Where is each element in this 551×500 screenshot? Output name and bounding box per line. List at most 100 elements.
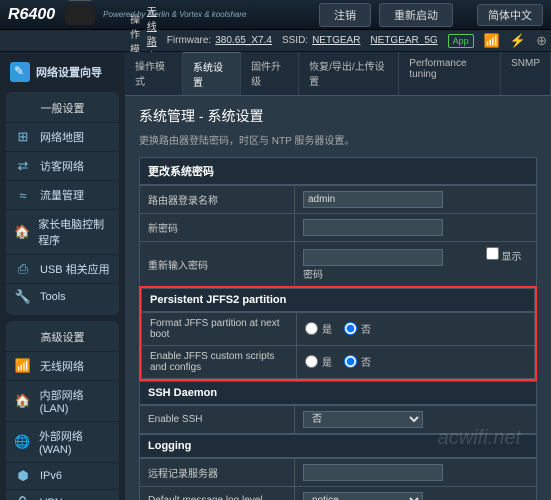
sidebar-item-label: Tools (40, 291, 66, 303)
sidebar-item-label: 外部网络(WAN) (39, 428, 111, 456)
tab[interactable]: 系统设置 (183, 52, 241, 95)
section-table-ssh: Enable SSH 否 (139, 405, 537, 434)
ssid-value-1[interactable]: NETGEAR (312, 35, 360, 46)
sidebar-item-label: 无线网络 (40, 358, 84, 374)
tab-bar: 操作模式系统设置固件升级恢复/导出/上传设置Performance tuning… (125, 52, 551, 96)
row-label: Default message log level (140, 487, 295, 500)
radio-yes-label: 是 (322, 321, 332, 336)
section-table-logging: 远程记录服务器Default message log levelnoticeLo… (139, 458, 537, 500)
row-label: 新密码 (140, 214, 295, 242)
info-bar: 操作模式: 无线路由器 Firmware: 380.65_X7.4 SSID: … (0, 30, 551, 52)
sidebar-item[interactable]: 🔒 VPN (6, 490, 119, 500)
radio-yes[interactable] (305, 322, 318, 335)
tab[interactable]: Performance tuning (399, 52, 501, 95)
sidebar-item[interactable]: 🏠 内部网络(LAN) (6, 381, 119, 422)
row-control (295, 214, 537, 242)
sidebar-item-icon: 🏠 (14, 394, 32, 408)
row-control: 显示密码 (295, 242, 537, 287)
sidebar-item[interactable]: 🏠 家长电脑控制程序 (6, 210, 119, 255)
sidebar-item[interactable]: ⊞ 网络地图 (6, 123, 119, 152)
row-control (295, 459, 537, 487)
sidebar-item-icon: ≈ (14, 188, 32, 202)
ssid-label: SSID: (282, 35, 308, 46)
signal-icon[interactable]: ⚡ (510, 33, 526, 49)
sidebar-item[interactable]: 🌐 外部网络(WAN) (6, 422, 119, 463)
radio-no-label: 否 (361, 354, 371, 369)
sidebar-item-label: 家长电脑控制程序 (38, 216, 111, 248)
tab[interactable]: 固件升级 (241, 52, 299, 95)
header-bar: R6400 Powered by Merlin & Vortex & kools… (0, 0, 551, 30)
sidebar: 网络设置向导 一般设置 ⊞ 网络地图 ⇄ 访客网络 ≈ 流量管理 🏠 家长电脑控… (0, 52, 125, 500)
firmware-label: Firmware: (167, 35, 211, 46)
sidebar-item-label: 网络地图 (40, 129, 84, 145)
sidebar-item-label: 访客网络 (40, 158, 84, 174)
section-head-password: 更改系统密码 (139, 157, 537, 185)
wizard-icon (10, 62, 30, 82)
row-control: 否 (295, 406, 537, 434)
sidebar-item-icon: 🌐 (14, 435, 31, 449)
sidebar-item-icon: ⎙ (14, 262, 32, 276)
ssid-value-2[interactable]: NETGEAR_5G (370, 35, 437, 46)
main-panel: 操作模式系统设置固件升级恢复/导出/上传设置Performance tuning… (125, 52, 551, 500)
firmware-value[interactable]: 380.65_X7.4 (215, 35, 272, 46)
sidebar-item-icon: ⬢ (14, 469, 32, 483)
sidebar-item[interactable]: 📶 无线网络 (6, 352, 119, 381)
sidebar-item[interactable]: 🔧 Tools (6, 284, 119, 310)
app-badge[interactable]: App (448, 34, 474, 48)
row-control: 是否 (297, 313, 535, 346)
radio-yes-label: 是 (322, 354, 332, 369)
sidebar-item[interactable]: ⬢ IPv6 (6, 463, 119, 490)
row-label: 重新输入密码 (140, 242, 295, 287)
section-table-password: 路由器登录名称新密码重新输入密码 显示密码 (139, 185, 537, 287)
sidebar-item-icon: ⇄ (14, 159, 32, 173)
reboot-button[interactable]: 重新启动 (379, 3, 453, 27)
sidebar-item-icon: 🔧 (14, 290, 32, 304)
password-input[interactable] (303, 219, 443, 236)
page-desc: 更换路由器登陆密码，时区与 NTP 服务器设置。 (139, 132, 537, 147)
text-input[interactable] (303, 191, 443, 208)
page-title: 系统管理 - 系统设置 (139, 106, 537, 126)
sidebar-item[interactable]: ⎙ USB 相关应用 (6, 255, 119, 284)
sidebar-item-icon: ⊞ (14, 130, 32, 144)
logout-button[interactable]: 注销 (319, 3, 371, 27)
section-head-logging: Logging (139, 434, 537, 458)
sidebar-wizard[interactable]: 网络设置向导 (6, 56, 119, 92)
row-control: 是否 (297, 346, 535, 379)
sidebar-item[interactable]: ⇄ 访客网络 (6, 152, 119, 181)
text-input[interactable] (303, 464, 443, 481)
tab[interactable]: 操作模式 (125, 52, 183, 95)
radio-yes[interactable] (305, 355, 318, 368)
sidebar-item-label: USB 相关应用 (40, 261, 110, 277)
model-name: R6400 (8, 6, 55, 24)
wifi-icon[interactable]: 📶 (484, 33, 500, 49)
show-password-checkbox[interactable] (486, 247, 499, 260)
sidebar-item-label: 流量管理 (40, 187, 84, 203)
globe-icon[interactable]: ⊕ (536, 33, 547, 49)
row-label: 路由器登录名称 (140, 186, 295, 214)
sidebar-item-label: IPv6 (40, 470, 62, 482)
radio-no[interactable] (344, 322, 357, 335)
row-control: notice (295, 487, 537, 500)
select-input[interactable]: 否 (303, 411, 423, 428)
language-selector[interactable]: 简体中文 (477, 4, 543, 26)
sidebar-item-icon: 🔒 (14, 496, 32, 500)
sidebar-item-icon: 📶 (14, 359, 32, 373)
section-head-ssh: SSH Daemon (139, 381, 537, 405)
row-control (295, 186, 537, 214)
powered-by: Powered by Merlin & Vortex & koolshare (103, 10, 246, 19)
radio-no[interactable] (344, 355, 357, 368)
router-icon (65, 5, 95, 25)
tab[interactable]: 恢复/导出/上传设置 (299, 52, 399, 95)
sidebar-item-label: 内部网络(LAN) (40, 387, 111, 415)
sidebar-item[interactable]: ≈ 流量管理 (6, 181, 119, 210)
row-label: Enable SSH (140, 406, 295, 434)
select-input[interactable]: notice (303, 492, 423, 500)
sidebar-item-icon: 🏠 (14, 225, 30, 239)
row-label: Enable JFFS custom scripts and configs (142, 346, 297, 379)
sidebar-section-head: 一般设置 (6, 97, 119, 123)
sidebar-section-head: 高级设置 (6, 326, 119, 352)
tab[interactable]: SNMP (501, 52, 551, 95)
password-input[interactable] (303, 249, 443, 266)
section-table-jffs: Format JFFS partition at next boot是否Enab… (141, 312, 535, 379)
row-label: 远程记录服务器 (140, 459, 295, 487)
